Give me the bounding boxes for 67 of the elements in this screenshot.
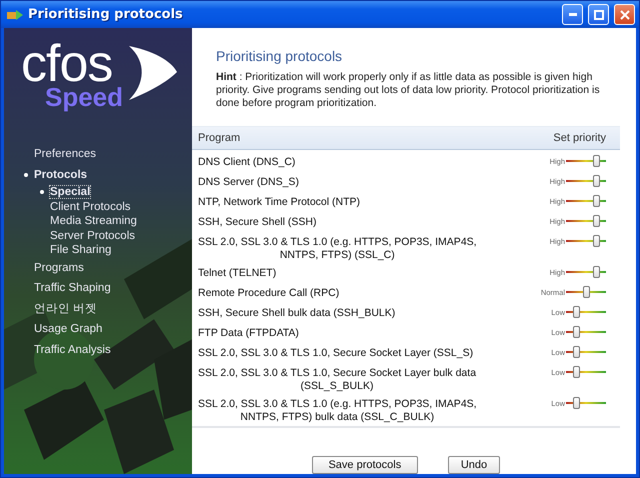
nav-item[interactable]: Traffic Shaping — [34, 282, 111, 294]
bullet-icon — [40, 190, 44, 194]
program-name: Telnet (TELNET) — [198, 266, 276, 280]
nav-item[interactable]: Programs — [34, 262, 84, 274]
minimize-button[interactable] — [562, 4, 583, 25]
priority-slider[interactable] — [566, 215, 606, 227]
program-name: SSL 2.0, SSL 3.0 & TLS 1.0 (e.g. HTTPS, POP3S, IMAP4S, NNTPS, FTPS) bulk data (SSL_C_BULK) — [198, 397, 477, 424]
page-heading: Prioritising protocols — [216, 48, 344, 64]
priority-slider[interactable] — [566, 397, 606, 409]
slider-thumb[interactable] — [573, 326, 580, 338]
slider-thumb[interactable] — [593, 155, 600, 167]
nav-item[interactable]: Special — [50, 186, 90, 198]
program-name: DNS Server (DNS_S) — [198, 175, 299, 189]
program-name: SSL 2.0, SSL 3.0 & TLS 1.0, Secure Socket Layer bulk data (SSL_S_BULK) — [198, 366, 476, 393]
slider-thumb[interactable] — [593, 175, 600, 187]
priority-slider[interactable] — [566, 266, 606, 278]
priority-slider[interactable] — [566, 306, 606, 318]
program-name: NTP, Network Time Protocol (NTP) — [198, 195, 360, 209]
priority-slider[interactable] — [566, 195, 606, 207]
close-icon — [620, 10, 630, 20]
priority-slider[interactable] — [566, 326, 606, 338]
program-name: SSH, Secure Shell bulk data (SSH_BULK) — [198, 306, 396, 320]
nav-item[interactable]: Usage Graph — [34, 323, 102, 336]
nav-item[interactable]: Preferences — [34, 148, 96, 160]
column-header: Program — [198, 132, 240, 144]
program-name: SSH, Secure Shell (SSH) — [198, 215, 316, 229]
slider-thumb[interactable] — [573, 366, 580, 378]
program-name: DNS Client (DNS_C) — [198, 155, 296, 169]
slider-thumb[interactable] — [573, 346, 580, 358]
nav-item[interactable]: Client Protocols — [50, 200, 131, 213]
nav-item[interactable]: Media Streaming — [50, 215, 137, 228]
nav-item[interactable]: 언라인 버젯 — [34, 301, 98, 316]
slider-thumb[interactable] — [593, 215, 600, 227]
priority-slider[interactable] — [566, 346, 606, 358]
slider-thumb[interactable] — [593, 195, 600, 207]
nav-item[interactable]: Protocols — [34, 168, 88, 181]
slider-thumb[interactable] — [583, 286, 590, 298]
program-name: Remote Procedure Call (RPC) — [198, 286, 340, 300]
logo-name: cfos — [21, 42, 112, 86]
maximize-icon — [594, 10, 604, 20]
slider-thumb[interactable] — [593, 266, 600, 278]
minimize-icon — [568, 13, 576, 16]
undo-button[interactable]: Undo — [448, 456, 500, 474]
hint-text: Hint : Prioritization will work properly only if as little data as possible is given high priority. Give programs sending out lots of data low priority. Protocol prioritization is done before program prioritization. — [216, 71, 601, 110]
nav-item[interactable]: File Sharing — [50, 244, 112, 256]
priority-slider[interactable] — [566, 286, 606, 298]
close-button[interactable] — [614, 4, 635, 25]
window-title: Prioritising protocols — [28, 7, 184, 22]
nav-item[interactable]: Server Protocols — [50, 230, 136, 242]
slider-thumb[interactable] — [573, 306, 580, 318]
priority-slider[interactable] — [566, 366, 606, 378]
app-icon — [7, 8, 23, 20]
swoosh-icon — [129, 46, 178, 100]
maximize-button[interactable] — [588, 4, 609, 25]
nav-item[interactable]: Traffic Analysis — [34, 344, 111, 356]
program-name: FTP Data (FTPDATA) — [198, 326, 299, 340]
program-name: SSL 2.0, SSL 3.0 & TLS 1.0, Secure Socket Layer (SSL_S) — [198, 346, 474, 360]
priority-slider[interactable] — [566, 155, 606, 167]
logo-tagline: Speed — [45, 84, 124, 110]
priority-slider[interactable] — [566, 235, 606, 247]
slider-thumb[interactable] — [593, 235, 600, 247]
column-header: Set priority — [553, 132, 606, 144]
priority-slider[interactable] — [566, 175, 606, 187]
bullet-icon — [24, 172, 28, 177]
save-button[interactable]: Save protocols — [312, 456, 418, 474]
program-name: SSL 2.0, SSL 3.0 & TLS 1.0 (e.g. HTTPS, POP3S, IMAP4S, NNTPS, FTPS) (SSL_C) — [198, 235, 477, 262]
slider-thumb[interactable] — [573, 397, 580, 409]
